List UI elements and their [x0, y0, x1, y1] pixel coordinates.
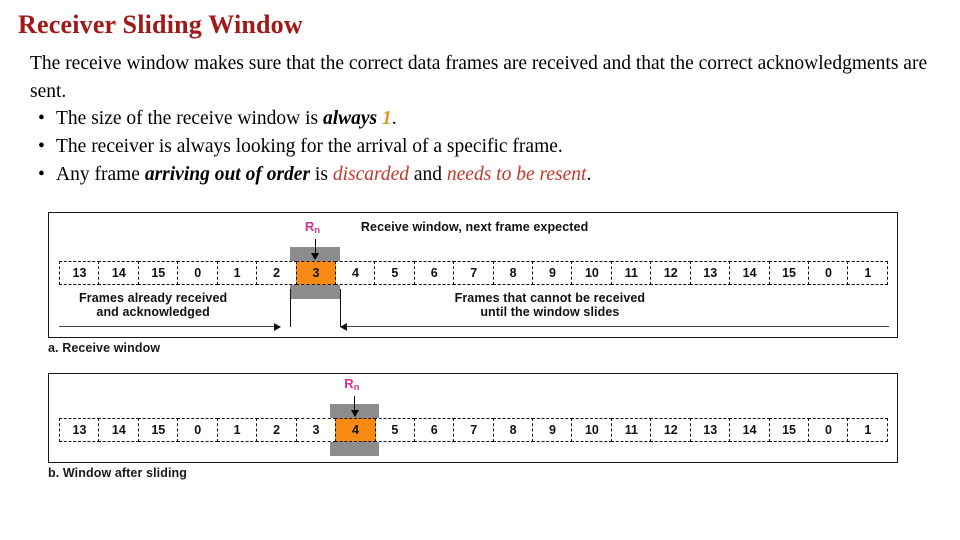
bullet-text-run: is: [310, 163, 333, 185]
frame-cell: 12: [650, 418, 692, 442]
window-boundary-left: [290, 289, 292, 327]
bullet-item-looking: • The receiver is always looking for the …: [30, 133, 930, 161]
frame-strip-a: 13 14 15 0 1 2 3 4 5 6 7 8 9 10 11 12 13 14 15 0 1: [59, 261, 889, 285]
frame-cell: 6: [413, 418, 455, 442]
frame-cell: 9: [532, 418, 573, 442]
frame-cell: 0: [177, 418, 219, 442]
frame-cell: 0: [808, 418, 849, 442]
bullet-marker-icon: •: [38, 136, 45, 158]
frame-cell: 11: [610, 261, 652, 285]
frame-cell: 15: [768, 418, 810, 442]
frame-cell: 4: [334, 261, 376, 285]
frame-cell: 7: [453, 261, 495, 285]
frame-cell: 5: [374, 418, 416, 442]
frame-cell: 14: [729, 261, 771, 285]
figure-b-caption: b. Window after sliding: [48, 466, 187, 480]
intro-paragraph: The receive window makes sure that the c…: [30, 53, 928, 102]
bullet-text-run: The receiver is always looking for the a…: [56, 136, 563, 158]
body-text-block: The receive window makes sure that the c…: [30, 50, 930, 188]
blocked-range-arrow: [339, 322, 889, 331]
bullet-text-run: and: [409, 163, 447, 185]
frame-cell: 14: [98, 261, 140, 285]
rn-label-b: Rn: [344, 376, 360, 393]
frame-cell: 2: [256, 261, 298, 285]
frame-cell: 13: [59, 418, 100, 442]
frame-cell: 9: [532, 261, 573, 285]
received-range-arrow: [59, 322, 282, 331]
rn-arrow-a: [311, 239, 320, 260]
frame-cell: 3: [295, 418, 337, 442]
frame-strip-b: 13 14 15 0 1 2 3 4 5 6 7 8 9 10 11 12 13 14 15 0 1: [59, 418, 889, 442]
frame-cell: 14: [729, 418, 771, 442]
frame-cell: 10: [571, 261, 613, 285]
frame-cell: 2: [256, 418, 298, 442]
frame-cell: 7: [453, 418, 495, 442]
rn-arrow-b: [350, 396, 359, 417]
frame-cell: 0: [808, 261, 849, 285]
bullet-text-run: .: [586, 163, 592, 185]
frame-cell: 15: [137, 418, 179, 442]
figure-a-receive-window: Rn Receive window, next frame expected 1…: [48, 212, 898, 338]
frame-cell: 1: [216, 261, 258, 285]
frame-cell: 13: [59, 261, 100, 285]
frame-cell-current: 3: [295, 261, 337, 285]
frame-cell: 15: [768, 261, 810, 285]
frame-cell: 10: [571, 418, 613, 442]
bullet-text-run: .: [391, 108, 397, 130]
bullet-text-run: The size of the receive window is: [56, 108, 323, 130]
bullet-item-size: • The size of the receive window is alway…: [30, 105, 930, 133]
receive-window-note: Receive window, next frame expected: [360, 220, 589, 234]
frame-cell: 0: [177, 261, 219, 285]
frame-cell: 14: [98, 418, 140, 442]
bullet-text-run: discarded: [332, 163, 409, 185]
frame-cell: 11: [610, 418, 652, 442]
rn-label-a: Rn: [304, 219, 321, 236]
frame-cell: 8: [492, 418, 534, 442]
bullet-list: • The size of the receive window is alway…: [30, 105, 930, 188]
frame-cell: 8: [492, 261, 534, 285]
window-boundary-right: [339, 289, 341, 327]
bullet-text-run: arriving out of order: [144, 163, 311, 185]
frames-blocked-note: Frames that cannot be received until the…: [454, 291, 646, 319]
frame-cell-current: 4: [334, 418, 376, 442]
bullet-text-run: Any frame: [56, 163, 145, 185]
figure-b-window-after-sliding: Rn 13 14 15 0 1 2 3 4 5 6 7 8 9 10 11 12 13 14 15 0 1: [48, 373, 898, 463]
frame-cell: 5: [374, 261, 416, 285]
frame-cell: 12: [650, 261, 692, 285]
figure-a-caption: a. Receive window: [48, 341, 161, 355]
page-title: Receiver Sliding Window: [18, 10, 303, 39]
bullet-marker-icon: •: [38, 163, 45, 185]
figure-group: Rn Receive window, next frame expected 1…: [48, 212, 898, 480]
frame-cell: 13: [689, 261, 731, 285]
frame-cell: 1: [847, 261, 889, 285]
bullet-marker-icon: •: [38, 108, 45, 130]
frame-cell: 1: [216, 418, 258, 442]
frames-received-note: Frames already received and acknowledged: [79, 291, 228, 319]
frame-cell: 15: [137, 261, 179, 285]
frame-cell: 13: [689, 418, 731, 442]
bullet-text-run: 1: [382, 108, 392, 130]
frame-cell: 6: [413, 261, 455, 285]
bullet-text-run: needs to be resent: [446, 163, 587, 185]
frame-cell: 1: [847, 418, 889, 442]
bullet-item-out-of-order: • Any frame arriving out of order is disc…: [30, 161, 930, 189]
bullet-text-run: always: [322, 108, 382, 130]
